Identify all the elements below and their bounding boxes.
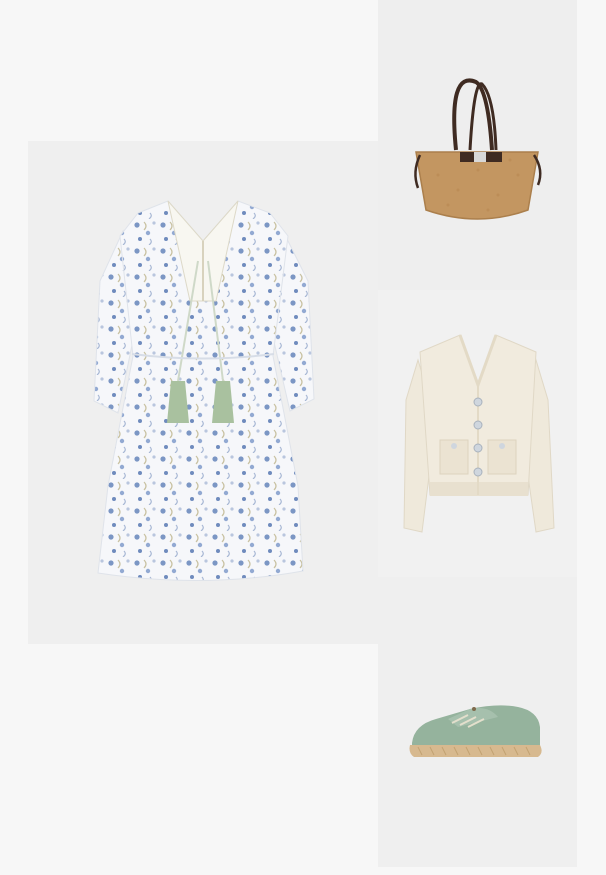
product-tile-cardigan[interactable] xyxy=(378,290,577,577)
product-tile-bag[interactable] xyxy=(378,0,577,290)
tote-bag-product-image xyxy=(414,78,542,220)
cardigan-product-image xyxy=(403,334,555,533)
espadrille-sneaker-product-image xyxy=(409,705,542,757)
dress-product-image xyxy=(93,200,315,582)
product-tile-sneaker[interactable] xyxy=(378,577,577,867)
product-tile-dress[interactable] xyxy=(28,141,378,644)
outfit-page: { "outfit": { "items": [ { "id": "dress"… xyxy=(0,0,606,875)
